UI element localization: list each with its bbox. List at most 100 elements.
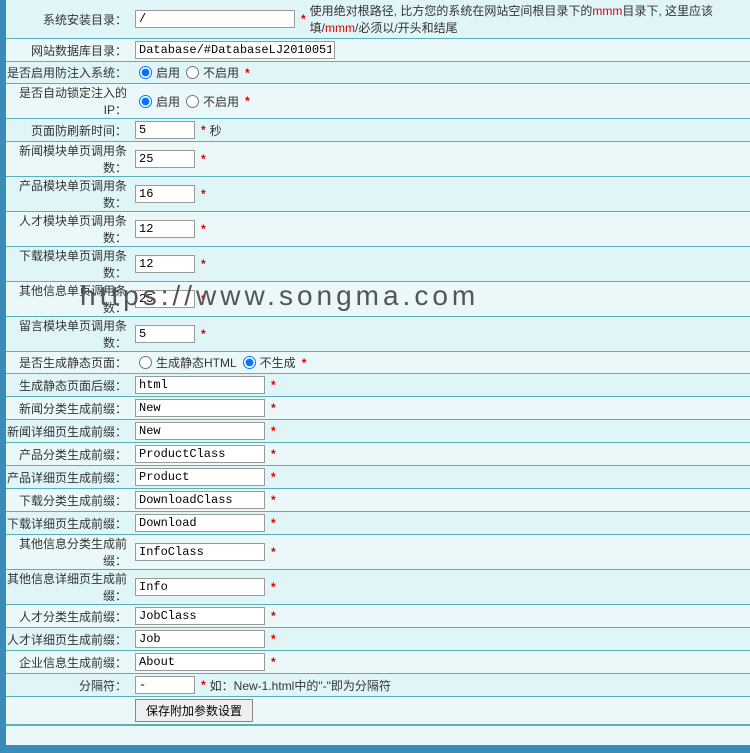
submit-cell: 保存附加参数设置	[131, 697, 750, 724]
form-row: 产品分类生成前缀：*	[6, 443, 750, 466]
required-star: *	[271, 493, 276, 507]
field-suffix: 秒	[210, 122, 222, 139]
field-value: *	[131, 466, 750, 488]
field-value: *	[131, 512, 750, 534]
field-value: *	[131, 374, 750, 396]
required-star: *	[271, 609, 276, 623]
form-row: 新闻详细页生成前缀： *	[6, 420, 750, 443]
text-input[interactable]	[135, 514, 265, 532]
text-input[interactable]	[135, 10, 295, 28]
radio-group: 启用不启用	[135, 93, 239, 110]
field-label: 是否生成静态页面：	[6, 354, 131, 371]
radio-option[interactable]: 启用	[135, 64, 180, 81]
radio-input[interactable]	[243, 356, 256, 369]
radio-option[interactable]: 不启用	[182, 93, 239, 110]
field-label: 留言模块单页调用条数：	[6, 317, 131, 351]
form-row: 留言模块单页调用条数： *	[6, 317, 750, 352]
text-input[interactable]	[135, 468, 265, 486]
radio-option[interactable]: 不生成	[239, 354, 296, 371]
text-input[interactable]	[135, 543, 265, 561]
required-star: *	[271, 401, 276, 415]
radio-option[interactable]: 不启用	[182, 64, 239, 81]
field-label: 新闻详细页生成前缀：	[6, 423, 131, 440]
radio-input[interactable]	[139, 356, 152, 369]
form-row: 下载详细页生成前缀： *	[6, 512, 750, 535]
radio-input[interactable]	[139, 95, 152, 108]
text-input[interactable]	[135, 578, 265, 596]
required-star: *	[271, 632, 276, 646]
required-star: *	[271, 516, 276, 530]
field-label: 其他信息分类生成前缀：	[6, 535, 131, 569]
text-input[interactable]	[135, 653, 265, 671]
radio-input[interactable]	[186, 95, 199, 108]
field-value: *	[131, 628, 750, 650]
field-value: *	[131, 651, 750, 673]
field-label: 页面防刷新时间：	[6, 122, 131, 139]
field-value: *	[131, 443, 750, 465]
field-hint: 使用绝对根路径, 比方您的系统在网站空间根目录下的mmm目录下, 这里应该填/m…	[310, 2, 746, 36]
text-input[interactable]	[135, 607, 265, 625]
field-label: 人才分类生成前缀：	[6, 608, 131, 625]
required-star: *	[271, 545, 276, 559]
form-row: 产品模块单页调用条数： *	[6, 177, 750, 212]
field-label: 其他信息详细页生成前缀：	[6, 570, 131, 604]
text-input[interactable]	[135, 41, 335, 59]
form-row: 其他信息详细页生成前缀： *	[6, 570, 750, 605]
field-label: 系统安装目录：	[6, 11, 131, 28]
field-value	[131, 39, 750, 61]
required-star: *	[245, 94, 250, 108]
field-value: *秒	[131, 119, 750, 141]
required-star: *	[201, 222, 206, 236]
required-star: *	[201, 187, 206, 201]
form-row: 网站数据库目录：	[6, 39, 750, 62]
field-value: *	[131, 605, 750, 627]
text-input[interactable]	[135, 491, 265, 509]
text-input[interactable]	[135, 630, 265, 648]
radio-input[interactable]	[186, 66, 199, 79]
text-input[interactable]	[135, 290, 195, 308]
form-row: 下载分类生成前缀：*	[6, 489, 750, 512]
field-value: *	[131, 420, 750, 442]
save-button[interactable]: 保存附加参数设置	[135, 699, 253, 722]
text-input[interactable]	[135, 376, 265, 394]
required-star: *	[201, 678, 206, 692]
radio-option[interactable]: 启用	[135, 93, 180, 110]
field-value: 生成静态HTML不生成*	[131, 352, 750, 373]
field-label: 产品详细页生成前缀：	[6, 469, 131, 486]
form-row: 下载模块单页调用条数：*	[6, 247, 750, 282]
text-input[interactable]	[135, 325, 195, 343]
radio-option[interactable]: 生成静态HTML	[135, 354, 237, 371]
form-row: 其他信息分类生成前缀： *	[6, 535, 750, 570]
field-label: 产品模块单页调用条数：	[6, 177, 131, 211]
form-row: 其他信息单页调用条数：*	[6, 282, 750, 317]
field-value: 启用不启用 *	[131, 62, 750, 83]
form-row: 是否启用防注入系统：启用不启用 *	[6, 62, 750, 84]
text-input[interactable]	[135, 121, 195, 139]
required-star: *	[271, 580, 276, 594]
field-label: 生成静态页面后缀：	[6, 377, 131, 394]
required-star: *	[271, 424, 276, 438]
form-row: 是否自动锁定注入的IP：启用不启用*	[6, 84, 750, 119]
field-value: *	[131, 397, 750, 419]
text-input[interactable]	[135, 676, 195, 694]
field-value: *如：New-1.html中的"-"即为分隔符	[131, 674, 750, 696]
text-input[interactable]	[135, 185, 195, 203]
text-input[interactable]	[135, 399, 265, 417]
text-input[interactable]	[135, 255, 195, 273]
bottom-bar	[6, 745, 750, 753]
text-input[interactable]	[135, 220, 195, 238]
text-input[interactable]	[135, 445, 265, 463]
radio-input[interactable]	[139, 66, 152, 79]
field-label: 下载详细页生成前缀：	[6, 515, 131, 532]
text-input[interactable]	[135, 150, 195, 168]
field-label: 人才模块单页调用条数：	[6, 212, 131, 246]
footer-spacer	[6, 725, 750, 745]
text-input[interactable]	[135, 422, 265, 440]
required-star: *	[245, 66, 250, 80]
field-value: 启用不启用 *	[131, 91, 750, 112]
field-label: 是否启用防注入系统：	[6, 64, 131, 81]
form-row: 企业信息生成前缀：*	[6, 651, 750, 674]
field-value: *	[131, 576, 750, 598]
required-star: *	[201, 327, 206, 341]
form-row: 系统安装目录：*使用绝对根路径, 比方您的系统在网站空间根目录下的mmm目录下,…	[6, 0, 750, 39]
